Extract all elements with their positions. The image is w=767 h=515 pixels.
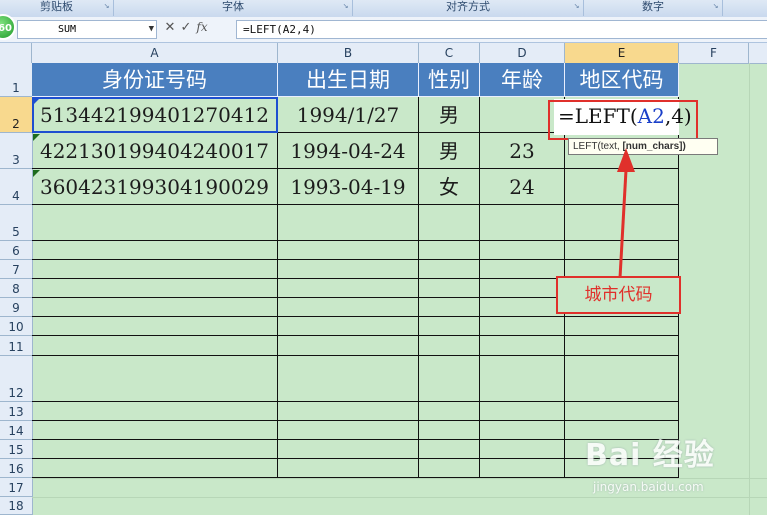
column-header-a[interactable]: A	[32, 43, 278, 63]
cell-e4[interactable]	[565, 169, 679, 205]
cell-empty[interactable]	[278, 205, 419, 241]
tooltip-arg: [num_chars])	[622, 141, 686, 152]
empty-row[interactable]	[32, 241, 679, 260]
dialog-launcher-icon[interactable]: ↘	[103, 3, 110, 10]
cell-b3[interactable]: 1994-04-24	[278, 133, 419, 169]
formula-input[interactable]: =LEFT(A2,4)	[236, 20, 767, 39]
tooltip-func: LEFT(text,	[573, 141, 620, 152]
cancel-icon[interactable]: ✕	[162, 20, 178, 35]
alignment-group-label: 对齐方式	[446, 0, 490, 13]
empty-row[interactable]	[32, 402, 679, 421]
header-cell-birth-date[interactable]: 出生日期	[278, 63, 419, 97]
column-header-b[interactable]: B	[278, 43, 419, 63]
empty-row[interactable]	[32, 440, 679, 459]
row-header-10[interactable]: 10	[0, 317, 32, 336]
formula-tools: ✕ ✓ fx	[162, 20, 232, 38]
name-box-value: SUM	[58, 24, 77, 35]
row-header-13[interactable]: 13	[0, 402, 32, 421]
baidu-url: jingyan.baidu.com	[593, 480, 704, 494]
row-header-17[interactable]: 17	[0, 478, 32, 497]
header-cell-age[interactable]: 年龄	[480, 63, 565, 97]
column-headers: A B C D E F	[0, 43, 767, 64]
name-box[interactable]: SUM ▼	[17, 20, 157, 39]
row-header-7[interactable]: 7	[0, 260, 32, 279]
row-header-15[interactable]: 15	[0, 440, 32, 459]
header-cell-id-number[interactable]: 身份证号码	[32, 63, 278, 97]
row-header-16[interactable]: 16	[0, 459, 32, 478]
row-header-6[interactable]: 6	[0, 241, 32, 260]
cell-empty[interactable]	[480, 205, 565, 241]
dialog-launcher-icon[interactable]: ↘	[573, 3, 580, 10]
cell-c2[interactable]: 男	[419, 97, 480, 133]
clipboard-group[interactable]: 剪贴板 ↘	[0, 0, 114, 16]
header-cell-region-code[interactable]: 地区代码	[565, 63, 679, 97]
column-header-f[interactable]: F	[679, 43, 749, 63]
annotation-label: 城市代码	[556, 276, 681, 314]
cell-b2[interactable]: 1994/1/27	[278, 97, 419, 133]
row-header-1[interactable]: 1	[0, 63, 32, 97]
column-border	[418, 241, 419, 478]
cell-a3[interactable]: 422130199404240017	[32, 133, 278, 169]
row-header-8[interactable]: 8	[0, 279, 32, 298]
cell-a4[interactable]: 360423199304190029	[32, 169, 278, 205]
number-group[interactable]: 数字 ↘	[584, 0, 723, 16]
formula-bar: SUM ▼ ✕ ✓ fx =LEFT(A2,4)	[0, 17, 767, 43]
number-group-label: 数字	[642, 0, 664, 13]
column-header-c[interactable]: C	[419, 43, 480, 63]
baidu-logo-text: Bai 经验	[585, 438, 715, 473]
error-indicator-icon[interactable]	[33, 98, 40, 105]
insert-function-icon[interactable]: fx	[194, 20, 210, 34]
row-header-3[interactable]: 3	[0, 133, 32, 169]
row-headers: 1 2 3 4 5 6 7 8 9 10 11 12 13 14 15 16 1…	[0, 63, 33, 515]
header-cell-gender[interactable]: 性别	[419, 63, 480, 97]
row-header-11[interactable]: 11	[0, 336, 32, 356]
dialog-launcher-icon[interactable]: ↘	[342, 3, 349, 10]
error-indicator-icon[interactable]	[33, 134, 40, 141]
chevron-down-icon[interactable]: ▼	[149, 21, 154, 38]
cell-c4[interactable]: 女	[419, 169, 480, 205]
cell-a2[interactable]: 513442199401270412	[32, 97, 278, 133]
font-group[interactable]: 字体 ↘	[114, 0, 353, 16]
column-header-d[interactable]: D	[480, 43, 565, 63]
row-header-4[interactable]: 4	[0, 169, 32, 205]
row-header-2[interactable]: 2	[0, 97, 32, 133]
row-header-14[interactable]: 14	[0, 421, 32, 440]
baidu-watermark: Bai 经验 jingyan.baidu.com	[585, 430, 765, 510]
row-header-12[interactable]: 12	[0, 356, 32, 402]
column-header-e[interactable]: E	[565, 43, 679, 63]
formula-highlight-box	[548, 100, 698, 140]
error-indicator-icon[interactable]	[33, 170, 40, 177]
alignment-group[interactable]: 对齐方式 ↘	[353, 0, 584, 16]
row-header-5[interactable]: 5	[0, 205, 32, 241]
empty-row[interactable]	[32, 459, 679, 478]
ribbon-group-strip: 剪贴板 ↘ 字体 ↘ 对齐方式 ↘ 数字 ↘	[0, 0, 767, 18]
empty-row[interactable]	[32, 356, 679, 402]
clipboard-group-label: 剪贴板	[40, 0, 73, 13]
empty-row[interactable]	[32, 336, 679, 356]
column-border	[479, 241, 480, 478]
dialog-launcher-icon[interactable]: ↘	[712, 3, 719, 10]
empty-row[interactable]	[32, 421, 679, 440]
cell-empty[interactable]	[565, 205, 679, 241]
cell-c3[interactable]: 男	[419, 133, 480, 169]
function-tooltip: LEFT(text, [num_chars])	[568, 138, 718, 155]
column-border	[277, 241, 278, 478]
select-all-corner[interactable]	[0, 43, 32, 63]
cell-empty[interactable]	[32, 205, 278, 241]
enter-icon[interactable]: ✓	[178, 20, 194, 35]
empty-row[interactable]	[32, 317, 679, 336]
cell-empty[interactable]	[419, 205, 480, 241]
font-group-label: 字体	[222, 0, 244, 13]
row-header-18[interactable]: 18	[0, 497, 32, 515]
cell-b4[interactable]: 1993-04-19	[278, 169, 419, 205]
row-header-9[interactable]: 9	[0, 298, 32, 317]
cell-d4[interactable]: 24	[480, 169, 565, 205]
